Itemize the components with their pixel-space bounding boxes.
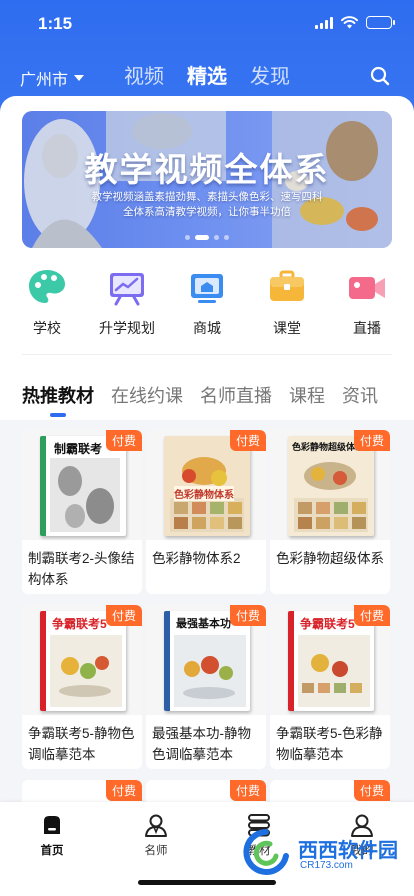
city-selector[interactable]: 广州市 (20, 66, 85, 90)
banner-subtitle-line1: 教学视频涵盖素描劲舞、素描头像色彩、速写四科 (91, 191, 323, 203)
paid-badge: 付费 (105, 780, 142, 801)
home-indicator (138, 880, 276, 885)
tab-courses[interactable]: 课程 (289, 382, 325, 408)
book-cover-art: 制霸联考 (40, 436, 126, 536)
status-icons (315, 16, 395, 29)
quick-entry-school[interactable]: 学校 (7, 266, 87, 338)
tabbar-teachers[interactable]: 名师 (121, 812, 191, 858)
quick-entry-label: 商城 (193, 320, 221, 336)
book-title: 最强基本功-静物色调临摹范本 (152, 726, 251, 762)
status-bar: 1:15 (0, 0, 414, 50)
status-time: 1:15 (38, 14, 73, 33)
tab-hot-textbooks[interactable]: 热推教材 (22, 382, 94, 417)
quick-entry-label: 学校 (33, 320, 61, 336)
watermark-logo-icon (243, 829, 289, 875)
banner-dot (214, 235, 219, 240)
video-camera-icon (349, 277, 385, 299)
book-card[interactable]: 最强基本功 付费 最强基本功-静物色调临摹范本 (146, 605, 266, 769)
banner-subtitle-line2: 全体系高清教学视频，让你事半功倍 (123, 206, 291, 218)
paid-badge: 付费 (105, 605, 142, 626)
quick-entry-label: 直播 (353, 320, 381, 336)
book-cover-title: 色彩静物体系 (174, 486, 234, 501)
top-navigation: 广州市 视频 精选 发现 (0, 56, 414, 99)
paid-badge: 付费 (353, 430, 390, 451)
book-cover-art: 色彩静物体系 (164, 436, 250, 536)
paid-badge: 付费 (229, 780, 266, 801)
city-label: 广州市 (20, 72, 69, 89)
book-title: 争霸联考5-色彩静物临摹范本 (276, 726, 383, 762)
book-card[interactable]: 制霸联考 付费 制霸联考2-头像结构体系 (22, 430, 142, 594)
quick-entry-label: 升学规划 (99, 320, 155, 336)
banner-dot-active (195, 235, 209, 240)
home-icon (44, 816, 60, 834)
caret-down-icon (74, 75, 85, 81)
tabbar-label: 名师 (144, 845, 168, 857)
book-cover-art: 色彩静物超级体系 (288, 436, 374, 536)
banner-dot (185, 235, 190, 240)
tab-featured[interactable]: 精选 (187, 60, 227, 99)
search-icon[interactable] (370, 66, 390, 86)
book-title: 色彩静物体系2 (152, 551, 241, 566)
shop-icon (191, 274, 223, 303)
top-tabs: 视频 精选 发现 (124, 60, 290, 99)
chart-board-icon (110, 273, 144, 306)
book-card[interactable]: 争霸联考5 付费 争霸联考5-色彩静物临摹范本 (270, 605, 390, 769)
tabbar-label: 首页 (40, 845, 64, 857)
teacher-icon (145, 814, 167, 837)
book-title: 制霸联考2-头像结构体系 (28, 551, 135, 587)
watermark-url: CR173.com (300, 860, 353, 871)
quick-entry-shop[interactable]: 商城 (167, 266, 247, 338)
banner-pagination (22, 235, 392, 240)
palette-icon (29, 270, 65, 303)
book-cover-title: 争霸联考5 (52, 617, 107, 631)
book-card[interactable]: 争霸联考5 付费 争霸联考5-静物色调临摹范本 (22, 605, 142, 769)
book-title: 色彩静物超级体系 (276, 551, 384, 566)
quick-entry-row: 学校 升学规划 商城 课堂 直播 (0, 266, 414, 346)
tab-online-booking[interactable]: 在线约课 (111, 382, 183, 408)
battery-icon (366, 16, 395, 29)
promo-banner[interactable]: 教学视频全体系 教学视频涵盖素描劲舞、素描头像色彩、速写四科 全体系高清教学视频… (22, 111, 392, 248)
book-cover-title: 制霸联考 (54, 442, 103, 456)
book-title: 争霸联考5-静物色调临摹范本 (28, 726, 135, 762)
category-tabs: 热推教材 在线约课 名师直播 课程 资讯 (22, 382, 378, 417)
quick-entry-classroom[interactable]: 课堂 (247, 266, 327, 338)
paid-badge: 付费 (105, 430, 142, 451)
book-cover-title: 最强基本功 (176, 618, 231, 630)
watermark-text: 西西软件园 (298, 840, 398, 862)
book-card[interactable]: 色彩静物体系 付费 色彩静物体系2 (146, 430, 266, 594)
tab-video[interactable]: 视频 (124, 60, 164, 89)
banner-title: 教学视频全体系 (84, 151, 330, 188)
book-cover-art: 最强基本功 (164, 611, 250, 711)
book-cover-art: 争霸联考5 (40, 611, 126, 711)
banner-dot (224, 235, 229, 240)
tab-discover[interactable]: 发现 (250, 60, 290, 89)
book-cover-title: 争霸联考5 (300, 617, 355, 631)
tab-teacher-live[interactable]: 名师直播 (200, 382, 272, 408)
paid-badge: 付费 (353, 605, 390, 626)
paid-badge: 付费 (353, 780, 390, 801)
quick-entry-live[interactable]: 直播 (327, 266, 407, 338)
quick-entry-admission-planning[interactable]: 升学规划 (87, 266, 167, 338)
paid-badge: 付费 (229, 605, 266, 626)
quick-entry-label: 课堂 (273, 320, 301, 336)
tabbar-home[interactable]: 首页 (17, 812, 87, 858)
book-cover-art: 争霸联考5 (288, 611, 374, 711)
section-divider (22, 354, 392, 355)
tab-news[interactable]: 资讯 (342, 382, 378, 408)
briefcase-icon (270, 270, 304, 301)
cellular-signal-icon (315, 16, 333, 29)
book-card[interactable]: 色彩静物超级体系 付费 色彩静物超级体系 (270, 430, 390, 594)
wifi-icon (341, 16, 358, 29)
site-watermark: 西西软件园 CR173.com (240, 826, 400, 878)
paid-badge: 付费 (229, 430, 266, 451)
